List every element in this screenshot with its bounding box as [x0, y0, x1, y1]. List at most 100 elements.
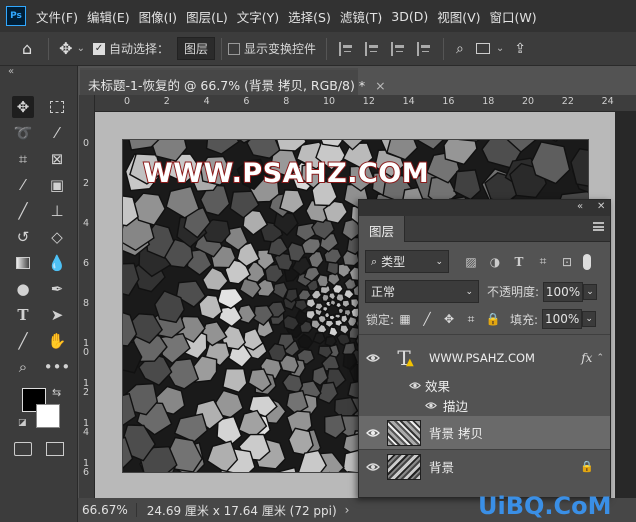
filter-kind-select[interactable]: ⌕ 类型 ⌄ [365, 250, 449, 273]
fill-field[interactable]: 100% [542, 309, 583, 329]
filter-smart-object-icon[interactable]: ⊡ [560, 255, 574, 269]
ruler-tick-label: 4 [203, 96, 210, 107]
opacity-value: 100% [545, 284, 581, 299]
visibility-eye-icon[interactable] [409, 378, 421, 393]
search-icon[interactable]: ⌕ [456, 41, 464, 57]
history-brush-icon[interactable]: ↺ [12, 226, 34, 248]
pen-tool-icon[interactable]: ✒ [46, 278, 68, 300]
opacity-field[interactable]: 100% [543, 281, 584, 302]
layer-row-background-copy[interactable]: 背景 拷贝 [359, 416, 610, 449]
close-panel-icon[interactable]: ✕ [597, 201, 605, 212]
visibility-eye-icon[interactable] [425, 398, 437, 413]
collapse-panel-icon[interactable]: « [577, 201, 583, 212]
filter-pixel-icon[interactable]: ▨ [464, 255, 478, 269]
swap-colors-icon[interactable]: ⇆ [52, 386, 61, 399]
line-tool-icon[interactable]: ╱ [12, 330, 34, 352]
zoom-tool-icon[interactable]: ⌕ [12, 356, 34, 378]
show-transform-checkbox[interactable] [227, 42, 240, 55]
lock-artboard-icon[interactable]: ⌗ [463, 311, 479, 327]
crop-tool-icon[interactable]: ⌗ [12, 148, 34, 170]
opacity-dropdown[interactable]: ⌄ [583, 283, 598, 300]
move-tool-icon[interactable]: ✥ [12, 96, 34, 118]
type-tool-icon[interactable]: T [12, 304, 34, 326]
layer-effects-row[interactable]: 效果 [409, 376, 450, 395]
menu-filter[interactable]: 滤镜(T) [340, 7, 382, 26]
lock-icon[interactable]: 🔒 [580, 460, 594, 473]
lock-position-icon[interactable]: ✥ [441, 311, 457, 327]
tab-layers[interactable]: 图层 [359, 216, 406, 242]
fill-dropdown[interactable]: ⌄ [582, 311, 597, 327]
panel-menu-icon[interactable] [593, 222, 604, 231]
zoom-level[interactable]: 66.67% [78, 503, 137, 517]
filter-toggle-icon[interactable] [583, 253, 591, 270]
chevron-down-icon[interactable]: ⌄ [496, 43, 504, 54]
blur-tool-icon[interactable]: 💧 [46, 252, 68, 274]
ruler-tick-label: 1 4 [83, 418, 90, 438]
menu-3d[interactable]: 3D(D) [391, 9, 428, 24]
brush-tool-icon[interactable]: ╱ [12, 200, 34, 222]
lock-transparent-icon[interactable]: ▦ [397, 311, 413, 327]
path-select-icon[interactable]: ➤ [46, 304, 68, 326]
menu-edit[interactable]: 编辑(E) [87, 7, 130, 26]
lasso-tool-icon[interactable]: ➰ [12, 122, 34, 144]
collapse-icon[interactable]: « [8, 66, 14, 77]
document-title: 未标题-1-恢复的 @ 66.7% (背景 拷贝, RGB/8) * [88, 78, 366, 93]
stamp-tool-icon[interactable]: ⊥ [46, 200, 68, 222]
gradient-tool-icon[interactable] [12, 252, 34, 274]
marquee-tool-icon[interactable] [46, 96, 68, 118]
layer-thumbnail [387, 453, 421, 480]
screen-mode-icon[interactable] [46, 442, 64, 456]
stroke-effect-row[interactable]: 描边 [425, 396, 468, 415]
menu-select[interactable]: 选择(S) [288, 7, 331, 26]
layer-row-background[interactable]: 背景 🔒 [359, 450, 610, 483]
lock-pixels-icon[interactable]: ╱ [419, 311, 435, 327]
align-right-icon[interactable] [391, 41, 405, 56]
visibility-eye-icon[interactable] [359, 353, 387, 363]
magic-wand-icon[interactable]: ⁄ [46, 122, 68, 144]
hand-tool-icon[interactable]: ✋ [46, 330, 68, 352]
menu-layer[interactable]: 图层(L) [186, 7, 228, 26]
menu-image[interactable]: 图像(I) [139, 7, 177, 26]
default-colors-icon[interactable]: ◪ [18, 418, 27, 428]
chevron-right-icon[interactable]: › [345, 503, 350, 517]
quick-mask-icon[interactable] [14, 442, 32, 456]
layer-row-text[interactable]: T ▲ WWW.PSAHZ.COM fx ⌃ [359, 341, 610, 374]
chevron-down-icon[interactable]: ⌄ [77, 43, 85, 54]
background-color-swatch[interactable] [36, 404, 60, 428]
eraser-tool-icon[interactable]: ◇ [46, 226, 68, 248]
eyedropper-icon[interactable]: ⁄ [12, 174, 34, 196]
filter-type-icon[interactable]: T [512, 255, 526, 269]
menu-window[interactable]: 窗口(W) [490, 7, 537, 26]
blend-mode-select[interactable]: 正常 ⌄ [365, 280, 479, 303]
filter-shape-icon[interactable]: ⌗ [536, 254, 550, 269]
visibility-eye-icon[interactable] [359, 428, 387, 438]
frame-tool-icon[interactable]: ⊠ [46, 148, 68, 170]
visibility-eye-icon[interactable] [359, 462, 387, 472]
auto-select-checkbox[interactable]: ✓ [92, 42, 105, 55]
home-icon[interactable]: ⌂ [22, 39, 32, 58]
effects-fx-icon[interactable]: fx [581, 351, 592, 365]
document-info[interactable]: 24.69 厘米 x 17.64 厘米 (72 ppi) [137, 502, 337, 519]
document-tab[interactable]: 未标题-1-恢复的 @ 66.7% (背景 拷贝, RGB/8) * × [80, 68, 386, 95]
ruler-tick-label: 20 [522, 96, 535, 107]
patch-tool-icon[interactable]: ▣ [46, 174, 68, 196]
dodge-tool-icon[interactable]: ● [12, 278, 34, 300]
align-left-icon[interactable] [339, 41, 353, 56]
menu-view[interactable]: 视图(V) [437, 7, 480, 26]
distribute-icon[interactable] [417, 41, 431, 56]
layer-name: WWW.PSAHZ.COM [429, 350, 535, 365]
auto-select-target-select[interactable]: 图层 [176, 37, 215, 60]
menu-file[interactable]: 文件(F) [36, 7, 78, 26]
canvas-title-text: WWW.PSAHZ.COM [142, 157, 430, 190]
workspace-icon[interactable] [475, 43, 490, 54]
align-center-icon[interactable] [365, 41, 379, 56]
move-tool-icon[interactable]: ✥ [59, 39, 72, 58]
chevron-up-icon[interactable]: ⌃ [596, 353, 604, 363]
ruler-tick-label: 12 [362, 96, 375, 107]
lock-all-icon[interactable]: 🔒 [485, 311, 501, 327]
share-icon[interactable]: ⇪ [514, 41, 526, 57]
more-tools-icon[interactable]: ••• [44, 356, 71, 378]
menu-type[interactable]: 文字(Y) [237, 7, 279, 26]
close-icon[interactable]: × [375, 78, 385, 93]
filter-adjustment-icon[interactable]: ◑ [488, 255, 502, 269]
